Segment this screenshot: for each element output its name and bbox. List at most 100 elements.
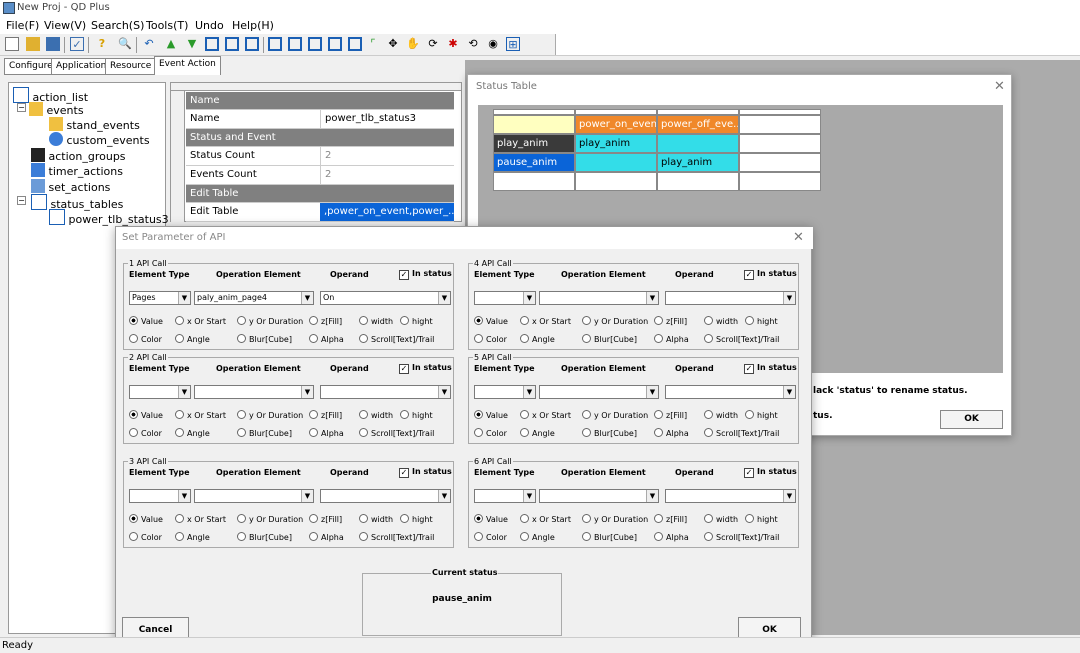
radio-option[interactable]: x Or Start [175, 410, 226, 420]
radio-option[interactable]: Color [129, 532, 162, 542]
in-status-checkbox[interactable]: ✓ In status [744, 363, 797, 374]
radio-option[interactable]: Color [474, 428, 507, 438]
pg-row-events-count-value[interactable]: 2 [320, 166, 454, 185]
radio-option[interactable]: y Or Duration [237, 316, 303, 326]
radio-option[interactable]: Angle [520, 532, 555, 542]
layout-icon[interactable] [288, 37, 302, 51]
radio-option[interactable]: Blur[Cube] [237, 334, 292, 344]
column-header-power-on-event[interactable]: power_on_event [575, 115, 657, 134]
layout-icon[interactable] [268, 37, 282, 51]
operation-element-select[interactable]: ▼ [194, 385, 314, 399]
radio-option[interactable]: Blur[Cube] [237, 532, 292, 542]
radio-option[interactable]: z[Fill] [309, 514, 342, 524]
element-type-select[interactable]: ▼ [129, 385, 191, 399]
radio-option[interactable]: Alpha [654, 334, 689, 344]
in-status-checkbox[interactable]: ✓ In status [744, 467, 797, 478]
zoom-icon[interactable]: 🔍 [118, 37, 132, 51]
element-type-select[interactable]: ▼ [474, 489, 536, 503]
radio-option[interactable]: Scroll[Text]/Trail [359, 428, 434, 438]
pg-row-name-value[interactable]: power_tlb_status3 [320, 110, 454, 129]
tab-resource[interactable]: Resource [105, 58, 157, 75]
element-type-select[interactable]: ▼ [474, 385, 536, 399]
in-status-checkbox[interactable]: ✓ In status [399, 269, 452, 280]
radio-option[interactable]: width [704, 316, 738, 326]
preview-icon[interactable]: ◉ [486, 37, 500, 51]
radio-option[interactable]: Angle [175, 428, 210, 438]
menu-file[interactable]: File(F) [6, 19, 39, 32]
tree-item-power-tlb-status3[interactable]: power_tlb_status3 [49, 209, 169, 226]
radio-option[interactable]: x Or Start [520, 410, 571, 420]
radio-option[interactable]: x Or Start [520, 514, 571, 524]
tab-event-action[interactable]: Event Action [154, 56, 221, 75]
table-cell[interactable]: play_anim [657, 153, 739, 172]
radio-option[interactable]: hight [400, 316, 433, 326]
help-icon[interactable]: ? [95, 37, 109, 51]
pg-row-status-count-value[interactable]: 2 [320, 147, 454, 166]
align-icon[interactable] [205, 37, 219, 51]
radio-option[interactable]: width [359, 410, 393, 420]
refresh-icon[interactable]: ⟳ [426, 37, 440, 51]
radio-option[interactable]: Angle [175, 532, 210, 542]
corner-icon[interactable]: ⌜ [366, 37, 380, 51]
collapse-toggle[interactable]: − [17, 103, 26, 112]
radio-option[interactable]: width [359, 514, 393, 524]
operand-select[interactable]: ▼ [665, 489, 796, 503]
menu-undo[interactable]: Undo [195, 19, 224, 32]
tree-item-set-actions[interactable]: set_actions [31, 179, 110, 194]
radio-option[interactable]: y Or Duration [582, 514, 648, 524]
operation-element-select[interactable]: ▼ [194, 489, 314, 503]
table-cell[interactable] [575, 153, 657, 172]
radio-option[interactable]: Color [474, 532, 507, 542]
status-ok-button[interactable]: OK [940, 410, 1003, 429]
close-icon[interactable]: ✕ [793, 230, 804, 245]
operand-select[interactable]: On ▼ [320, 291, 451, 305]
radio-option[interactable]: hight [400, 410, 433, 420]
move-icon[interactable]: ✥ [386, 37, 400, 51]
radio-option[interactable]: Blur[Cube] [582, 334, 637, 344]
menu-search[interactable]: Search(S) [91, 19, 144, 32]
radio-option[interactable]: Scroll[Text]/Trail [704, 334, 779, 344]
radio-option[interactable]: x Or Start [175, 514, 226, 524]
row-header-play-anim[interactable]: play_anim [493, 134, 575, 153]
radio-option[interactable]: width [704, 410, 738, 420]
operand-select[interactable]: ▼ [665, 291, 796, 305]
save-icon[interactable] [46, 37, 60, 51]
radio-option[interactable]: y Or Duration [237, 514, 303, 524]
radio-option[interactable]: Scroll[Text]/Trail [704, 428, 779, 438]
radio-option[interactable]: z[Fill] [654, 410, 687, 420]
radio-option[interactable]: Blur[Cube] [237, 428, 292, 438]
radio-option[interactable]: Value [474, 410, 508, 420]
radio-option[interactable]: Value [129, 316, 163, 326]
row-header-pause-anim[interactable]: pause_anim [493, 153, 575, 172]
in-status-checkbox[interactable]: ✓ In status [399, 467, 452, 478]
element-type-select[interactable]: ▼ [129, 489, 191, 503]
element-type-select[interactable]: ▼ [474, 291, 536, 305]
radio-option[interactable]: Alpha [654, 532, 689, 542]
layout-icon[interactable] [308, 37, 322, 51]
menu-tools[interactable]: Tools(T) [146, 19, 188, 32]
check-icon[interactable]: ✓ [70, 37, 84, 51]
layout-icon[interactable] [328, 37, 342, 51]
undo-icon[interactable]: ↶ [142, 37, 156, 51]
in-status-checkbox[interactable]: ✓ In status [399, 363, 452, 374]
radio-option[interactable]: y Or Duration [237, 410, 303, 420]
radio-option[interactable]: Color [129, 334, 162, 344]
radio-option[interactable]: z[Fill] [654, 514, 687, 524]
radio-option[interactable]: Value [474, 316, 508, 326]
radio-option[interactable]: y Or Duration [582, 410, 648, 420]
sync-icon[interactable]: ⟲ [466, 37, 480, 51]
radio-option[interactable]: Angle [520, 428, 555, 438]
radio-option[interactable]: Alpha [309, 532, 344, 542]
radio-option[interactable]: width [704, 514, 738, 524]
move-down-icon[interactable]: ▼ [185, 37, 199, 51]
hand-icon[interactable]: ✋ [406, 37, 420, 51]
radio-option[interactable]: Value [129, 514, 163, 524]
tree-item-events[interactable]: events [29, 102, 84, 117]
radio-option[interactable]: Scroll[Text]/Trail [359, 532, 434, 542]
radio-option[interactable]: hight [745, 410, 778, 420]
radio-option[interactable]: Angle [520, 334, 555, 344]
radio-option[interactable]: width [359, 316, 393, 326]
layout-icon[interactable] [348, 37, 362, 51]
menu-help[interactable]: Help(H) [232, 19, 274, 32]
radio-option[interactable]: z[Fill] [309, 316, 342, 326]
